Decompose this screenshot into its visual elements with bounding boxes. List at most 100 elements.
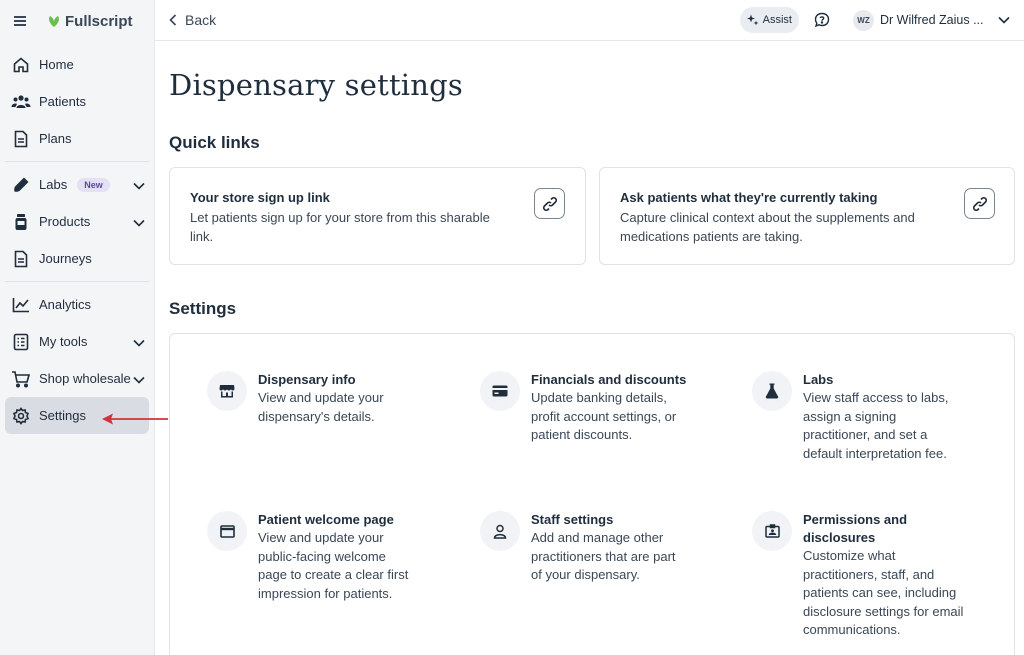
link-icon — [972, 196, 987, 211]
flask-icon — [752, 371, 792, 411]
products-icon — [11, 212, 31, 232]
settings-desc-line: View and update your — [258, 530, 384, 545]
sidebar-item-label: Patients — [39, 94, 86, 109]
sidebar-item-label: Shop wholesale — [39, 371, 131, 386]
credit-card-icon — [480, 371, 520, 411]
settings-desc-line: disclosure settings for email — [803, 603, 964, 619]
settings-item-text: Permissions and disclosures Customize wh… — [803, 511, 983, 640]
leaf-logo-icon — [49, 16, 59, 27]
annotation-arrow-icon — [102, 413, 168, 425]
sidebar-item-label: Analytics — [39, 297, 92, 312]
link-icon — [542, 196, 557, 211]
chevron-left-icon — [169, 14, 177, 26]
sidebar-item-analytics[interactable]: Analytics — [5, 286, 149, 323]
brand-bar: Fullscript — [0, 0, 154, 42]
hamburger-menu-icon[interactable] — [14, 16, 26, 26]
settings-desc-line: Add and manage other — [531, 530, 664, 545]
settings-desc-line: View and update your — [258, 390, 384, 405]
settings-item-title: Financials and discounts — [531, 372, 687, 387]
fullscript-logo[interactable]: Fullscript — [47, 13, 133, 30]
back-button[interactable]: Back — [169, 12, 216, 28]
settings-desc-line: profit account settings, or — [531, 408, 677, 424]
chevron-down-icon[interactable] — [998, 11, 1010, 29]
browser-window-icon — [207, 511, 247, 551]
settings-item-title: Dispensary info — [258, 372, 356, 387]
sidebar-item-products[interactable]: Products — [5, 203, 149, 240]
settings-desc-line: default interpretation fee. — [803, 445, 947, 461]
copy-link-button[interactable] — [964, 188, 995, 219]
sidebar-item-patients[interactable]: Patients — [5, 83, 149, 120]
chevron-down-icon[interactable] — [133, 215, 145, 230]
settings-item-description: Customize what practitioners, staff, and… — [803, 547, 983, 640]
settings-desc-line: impression for patients. — [258, 585, 393, 601]
id-badge-icon — [752, 511, 792, 551]
top-bar: Back Assist WZ Dr Wilfred Zaius ... — [155, 0, 1024, 41]
settings-item-description: Add and manage other practitioners that … — [531, 529, 711, 585]
settings-item-title: Labs — [803, 372, 834, 387]
settings-desc-line: Update banking details, — [531, 390, 667, 405]
sidebar-item-home[interactable]: Home — [5, 46, 149, 83]
sidebar-item-labs[interactable]: Labs New — [5, 166, 149, 203]
person-icon — [480, 511, 520, 551]
settings-desc-line: of your dispensary. — [531, 567, 640, 582]
settings-title-line: disclosures — [803, 530, 876, 545]
chevron-down-icon[interactable] — [133, 178, 145, 193]
sidebar-item-label: Home — [39, 57, 74, 72]
sidebar-item-label: Labs — [39, 177, 68, 192]
quick-link-title: Your store sign up link — [190, 190, 330, 205]
assist-label: Assist — [762, 14, 792, 26]
sidebar-item-label: Journeys — [39, 251, 92, 266]
nav-group-main: Home Patients Plans — [5, 42, 149, 162]
cart-icon — [11, 369, 31, 389]
quick-link-card-store-signup[interactable]: Your store sign up link Let patients sig… — [169, 167, 586, 265]
settings-item-text: Dispensary info View and update your dis… — [258, 371, 438, 426]
sidebar-item-plans[interactable]: Plans — [5, 120, 149, 157]
settings-heading: Settings — [169, 299, 237, 318]
settings-item-title: Permissions and disclosures — [803, 511, 983, 547]
plans-icon — [11, 129, 31, 149]
quick-link-description: Capture clinical context about the suppl… — [620, 208, 915, 246]
copy-link-button[interactable] — [534, 188, 565, 219]
sidebar-item-label: Settings — [39, 408, 86, 423]
chevron-down-icon[interactable] — [133, 335, 145, 350]
sparkle-icon — [746, 14, 759, 26]
settings-desc-line: patient discounts. — [531, 427, 633, 442]
sidebar-item-shop-wholesale[interactable]: Shop wholesale — [5, 360, 149, 397]
settings-desc-line: Customize what — [803, 548, 896, 563]
chevron-down-icon[interactable] — [133, 372, 145, 387]
settings-item-description: Update banking details, profit account s… — [531, 389, 711, 445]
quick-link-description: Let patients sign up for your store from… — [190, 208, 490, 246]
back-label: Back — [185, 12, 217, 28]
page-title: Dispensary settings — [169, 68, 463, 102]
avatar[interactable]: WZ — [853, 9, 874, 31]
settings-item-description: View and update your dispensary's detail… — [258, 389, 438, 426]
top-bar-actions: Assist WZ Dr Wilfred Zaius ... — [739, 7, 1010, 33]
quick-link-card-current-intake[interactable]: Ask patients what they're currently taki… — [599, 167, 1015, 265]
store-icon — [207, 371, 247, 411]
new-badge: New — [77, 177, 110, 192]
gear-icon — [11, 406, 31, 426]
quick-link-desc-line: Let patients sign up for your store from… — [190, 210, 490, 225]
settings-desc-line: practitioners that are part — [531, 548, 676, 564]
settings-title-line: Permissions and — [803, 512, 908, 527]
quick-link-desc-line: link. — [190, 229, 214, 244]
sidebar-item-journeys[interactable]: Journeys — [5, 240, 149, 277]
quick-link-desc-line: medications patients are taking. — [620, 229, 803, 244]
tools-icon — [11, 332, 31, 352]
settings-item-text: Labs View staff access to labs, assign a… — [803, 371, 983, 463]
settings-desc-line: View staff access to labs, — [803, 390, 949, 405]
settings-desc-line: dispensary's details. — [258, 408, 375, 424]
settings-desc-line: page to create a clear first — [258, 567, 409, 582]
settings-item-text: Staff settings Add and manage other prac… — [531, 511, 711, 585]
settings-item-text: Patient welcome page View and update you… — [258, 511, 438, 603]
settings-desc-line: public-facing welcome — [258, 548, 386, 564]
sidebar-item-my-tools[interactable]: My tools — [5, 323, 149, 360]
settings-item-description: View staff access to labs, assign a sign… — [803, 389, 983, 463]
assist-button[interactable]: Assist — [739, 7, 799, 33]
sidebar-item-label: Products — [39, 214, 91, 229]
help-chat-icon[interactable] — [813, 11, 831, 29]
settings-panel: Dispensary info View and update your dis… — [169, 333, 1015, 655]
settings-desc-line: patients can see, including — [803, 585, 957, 600]
user-name[interactable]: Dr Wilfred Zaius ... — [880, 13, 984, 27]
labs-icon — [11, 175, 31, 195]
